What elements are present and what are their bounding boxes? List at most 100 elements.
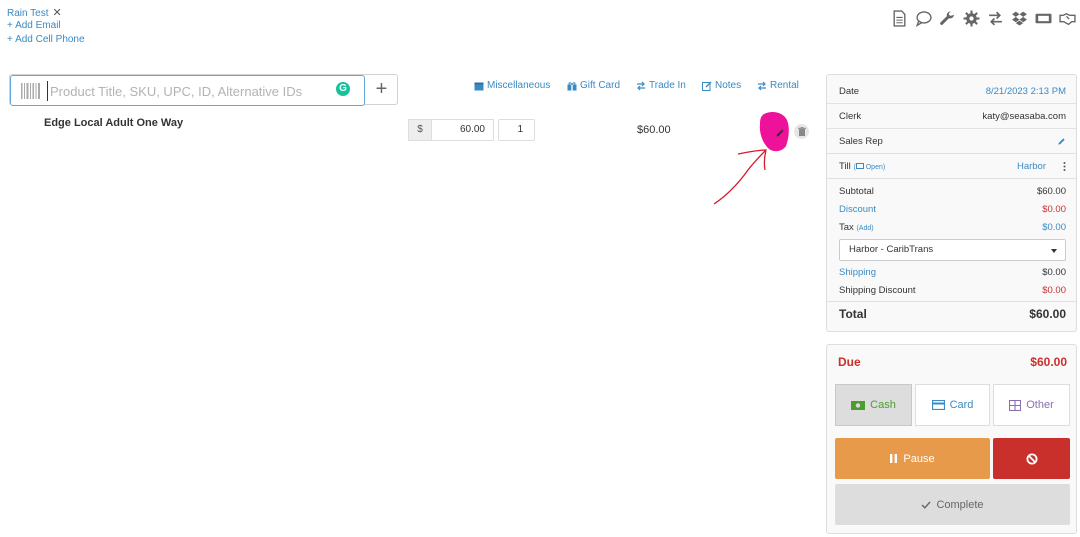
customer-name-row: Rain Test ✕ xyxy=(7,6,62,19)
date-label: Date xyxy=(839,86,860,97)
wrench-icon[interactable] xyxy=(939,10,956,27)
cash-button[interactable]: Cash xyxy=(835,384,912,426)
clerk-value: katy@seasaba.com xyxy=(982,111,1066,122)
shipping-discount-value: $0.00 xyxy=(1042,285,1066,296)
rental-label: Rental xyxy=(770,80,799,91)
checkmark-icon xyxy=(921,501,931,509)
till-open-label: Open xyxy=(865,164,883,171)
discount-value: $0.00 xyxy=(1042,204,1066,215)
due-value: $60.00 xyxy=(1030,355,1067,369)
comment-icon[interactable] xyxy=(915,10,932,27)
search-field[interactable]: G xyxy=(10,75,365,106)
subtotal-label: Subtotal xyxy=(839,186,874,197)
pencil-icon[interactable] xyxy=(1057,137,1066,146)
caret-down-icon xyxy=(1051,249,1057,253)
shipping-discount-label: Shipping Discount xyxy=(839,285,916,296)
clerk-label: Clerk xyxy=(839,111,862,122)
handshake-icon[interactable] xyxy=(1059,10,1076,27)
trade-in-label: Trade In xyxy=(649,80,686,91)
remove-customer-icon[interactable]: ✕ xyxy=(53,7,62,19)
due-label: Due xyxy=(838,355,861,369)
pause-button[interactable]: Pause xyxy=(835,438,990,479)
cancel-sale-button[interactable] xyxy=(993,438,1070,479)
till-value[interactable]: Harbor xyxy=(1017,161,1046,172)
shipping-value: $0.00 xyxy=(1042,267,1066,278)
cash-register-icon xyxy=(855,163,864,169)
card-button[interactable]: Card xyxy=(915,384,990,426)
sales-rep-row: Sales Rep xyxy=(839,136,1066,147)
search-input[interactable] xyxy=(47,81,327,101)
tax-rate-select[interactable]: Harbor - CaribTrans xyxy=(839,239,1066,261)
money-icon xyxy=(851,400,866,410)
add-email-link[interactable]: + Add Email xyxy=(7,20,61,31)
document-icon[interactable] xyxy=(891,10,908,27)
due-row: Due $60.00 xyxy=(838,355,1067,369)
line-item-title: Edge Local Adult One Way xyxy=(44,117,184,129)
gear-icon[interactable] xyxy=(963,10,980,27)
card-label: Card xyxy=(949,399,974,411)
date-value[interactable]: 8/21/2023 2:13 PM xyxy=(986,86,1066,97)
shipping-link[interactable]: Shipping xyxy=(839,267,876,278)
credit-card-icon xyxy=(931,400,945,410)
trash-icon xyxy=(797,127,806,136)
notes-label: Notes xyxy=(715,80,742,91)
other-payment-button[interactable]: Other xyxy=(993,384,1070,426)
subtotal-row: Subtotal $60.00 xyxy=(839,186,1066,197)
line-item-total: $60.00 xyxy=(637,124,671,136)
payment-panel: Due $60.00 Cash Card Other Pause Complet… xyxy=(826,344,1077,534)
customer-name[interactable]: Rain Test xyxy=(7,8,49,19)
dropbox-icon[interactable] xyxy=(1011,10,1028,27)
delete-line-item-button[interactable] xyxy=(794,124,809,139)
add-tax-link[interactable]: (Add) xyxy=(856,225,873,232)
tax-value: $0.00 xyxy=(1042,222,1066,233)
exchange-icon xyxy=(758,81,766,90)
grammarly-icon[interactable]: G xyxy=(336,82,350,96)
exchange-icon[interactable] xyxy=(987,10,1004,27)
date-row: Date 8/21/2023 2:13 PM xyxy=(839,86,1066,97)
discount-link[interactable]: Discount xyxy=(839,204,876,215)
gift-card-button[interactable]: Gift Card xyxy=(567,80,620,91)
add-product-button[interactable]: + xyxy=(366,75,397,104)
gift-card-label: Gift Card xyxy=(580,80,621,91)
tax-rate-selected: Harbor - CaribTrans xyxy=(849,244,934,255)
total-label: Total xyxy=(839,307,867,321)
till-label: Till xyxy=(839,161,851,172)
discount-row: Discount $0.00 xyxy=(839,204,1066,215)
calendar-icon xyxy=(474,82,484,90)
more-options-icon[interactable] xyxy=(1063,162,1066,171)
trade-in-button[interactable]: Trade In xyxy=(636,80,686,91)
exchange-icon xyxy=(637,81,645,90)
complete-button[interactable]: Complete xyxy=(835,484,1070,525)
rental-button[interactable]: Rental xyxy=(757,80,799,91)
tax-label: Tax xyxy=(839,222,854,233)
pause-icon xyxy=(890,454,898,463)
order-summary-panel: Date 8/21/2023 2:13 PM Clerk katy@seasab… xyxy=(826,74,1077,332)
till-open-link[interactable]: ( Open) xyxy=(853,163,885,171)
price-input-group: $ 60.00 xyxy=(408,119,494,141)
add-cell-phone-link[interactable]: + Add Cell Phone xyxy=(7,34,85,45)
quantity-input[interactable]: 1 xyxy=(498,119,535,141)
miscellaneous-button[interactable]: Miscellaneous xyxy=(474,80,550,91)
pause-label: Pause xyxy=(903,452,935,465)
currency-prefix: $ xyxy=(408,119,431,141)
total-value: $60.00 xyxy=(1029,307,1066,321)
complete-label: Complete xyxy=(936,498,984,511)
price-input[interactable]: 60.00 xyxy=(431,119,494,141)
search-bar: G + xyxy=(9,74,398,106)
clerk-row: Clerk katy@seasaba.com xyxy=(839,111,1066,122)
edit-note-icon xyxy=(702,81,712,91)
sales-rep-label: Sales Rep xyxy=(839,136,883,147)
ticket-icon[interactable] xyxy=(1035,10,1052,27)
tax-row: Tax (Add) $0.00 xyxy=(839,222,1066,233)
edit-line-item-icon[interactable] xyxy=(775,128,785,138)
subtotal-value: $60.00 xyxy=(1036,186,1066,197)
miscellaneous-label: Miscellaneous xyxy=(487,80,551,91)
annotation-arrow xyxy=(713,149,767,205)
notes-button[interactable]: Notes xyxy=(702,80,741,91)
total-row: Total $60.00 xyxy=(839,307,1066,321)
grid-icon xyxy=(1009,399,1022,411)
other-label: Other xyxy=(1026,399,1054,411)
toolbar xyxy=(891,10,1076,27)
ban-icon xyxy=(1026,453,1037,464)
till-row: Till ( Open) Harbor xyxy=(839,161,1066,172)
